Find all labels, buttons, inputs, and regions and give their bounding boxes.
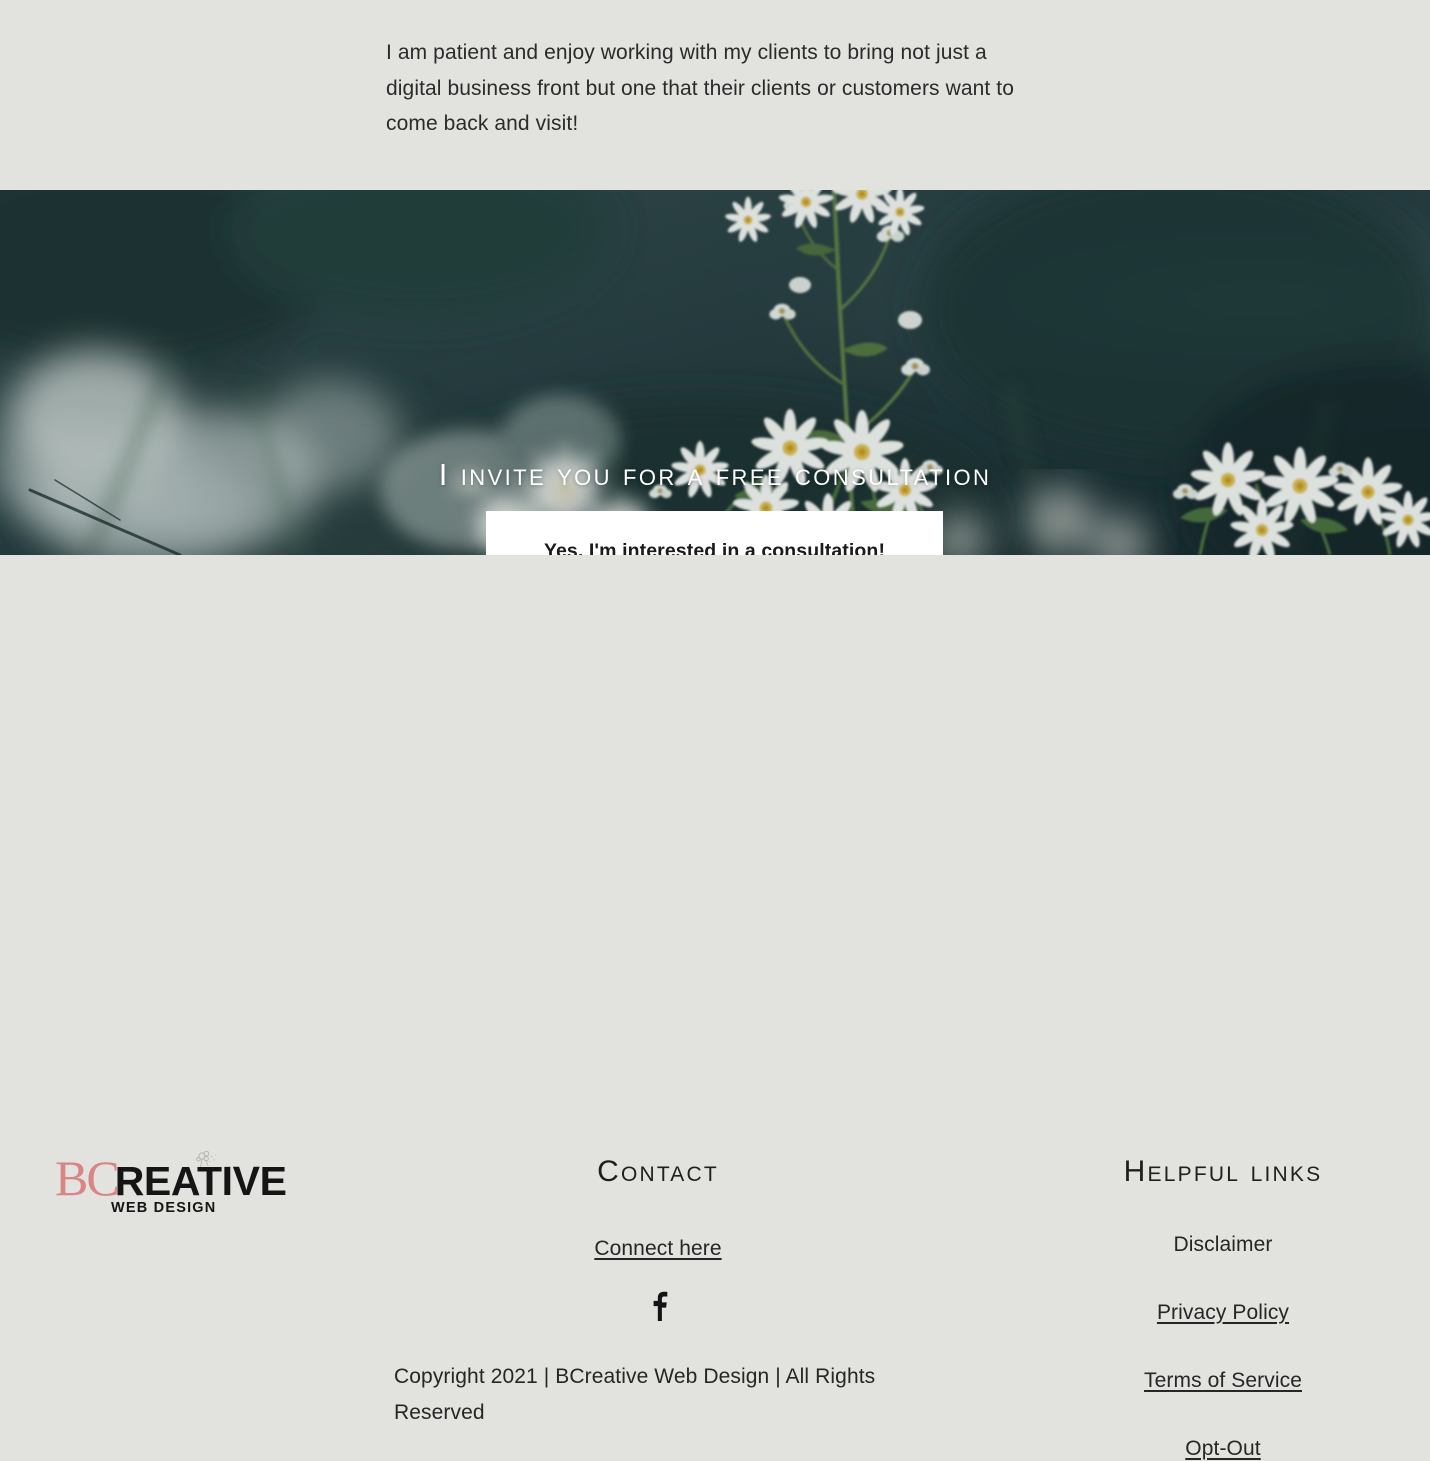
list-item: Disclaimer: [1078, 1233, 1368, 1257]
footer-contact-column: Contact Connect here Copyright 2021 | BC…: [388, 1153, 928, 1452]
intro-paragraph: I am patient and enjoy working with my c…: [386, 41, 1014, 135]
hero-heading: I invite you for a free consultation: [438, 456, 992, 492]
site-footer: BCREATIVE WEB DESIGN Contact Connect her…: [0, 555, 1430, 1460]
logo-tagline: WEB DESIGN: [111, 1200, 217, 1216]
social-links: [388, 1291, 928, 1321]
list-item: Terms of Service: [1078, 1369, 1368, 1393]
logo-bc-mark: BC: [55, 1150, 120, 1206]
consultation-hero-section: I invite you for a free consultation Yes…: [0, 190, 1430, 555]
helpful-links-heading: Helpful Links: [1123, 1155, 1323, 1188]
contact-heading: Contact: [597, 1155, 719, 1188]
facebook-icon[interactable]: [646, 1291, 670, 1321]
copyright-text: Copyright 2021 | BCreative Web Design | …: [394, 1365, 876, 1424]
footer-helpful-links-column: Helpful Links Disclaimer Privacy Policy …: [1078, 1153, 1368, 1461]
consultation-cta-button[interactable]: Yes, I'm interested in a consultation!: [486, 511, 943, 555]
flower-sprig-icon: [196, 1150, 216, 1168]
logo-wordmark: BCREATIVE: [55, 1150, 287, 1206]
link-opt-out[interactable]: Opt-Out: [1185, 1437, 1260, 1460]
connect-here-link[interactable]: Connect here: [388, 1237, 928, 1261]
hero-background-photo: [0, 190, 1430, 555]
footer-logo[interactable]: BCREATIVE WEB DESIGN: [55, 1150, 287, 1225]
list-item: Privacy Policy: [1078, 1301, 1368, 1325]
link-disclaimer[interactable]: Disclaimer: [1173, 1233, 1272, 1256]
list-item: Opt-Out: [1078, 1437, 1368, 1461]
intro-section: I am patient and enjoy working with my c…: [0, 0, 1430, 190]
link-terms-of-service[interactable]: Terms of Service: [1144, 1369, 1302, 1392]
helpful-links-list: Disclaimer Privacy Policy Terms of Servi…: [1078, 1233, 1368, 1461]
link-privacy-policy[interactable]: Privacy Policy: [1157, 1301, 1289, 1324]
